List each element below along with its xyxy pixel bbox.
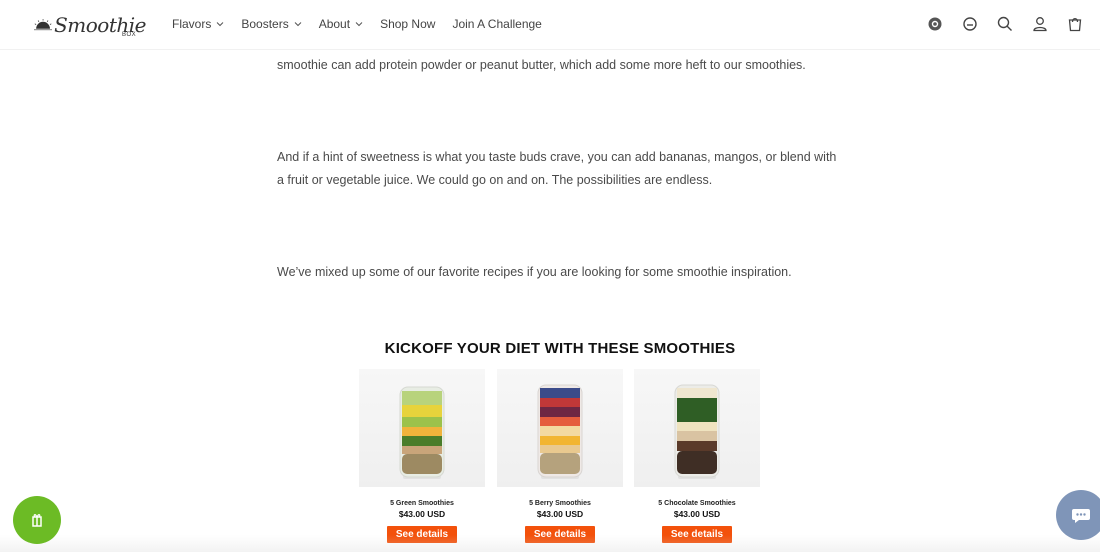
nav-join-challenge[interactable]: Join A Challenge [452, 17, 541, 31]
smoothie-box-logo[interactable]: Smoothie BOX [34, 8, 146, 42]
gift-icon [32, 514, 42, 527]
chat-bubble-icon [1072, 509, 1090, 523]
product-price: $43.00 USD [536, 509, 584, 519]
main-nav: Flavors Boosters About Shop Now Join A C… [172, 0, 559, 48]
see-details-button[interactable]: See details [524, 526, 596, 543]
nav-about[interactable]: About [319, 17, 363, 31]
product-name[interactable]: 5 Chocolate Smoothies [634, 500, 760, 507]
section-heading: KICKOFF YOUR DIET WITH THESE SMOOTHIES [384, 340, 736, 357]
article-paragraph: And if a hint of sweetness is what you t… [277, 150, 837, 187]
cart-icon[interactable] [1066, 15, 1084, 33]
see-details-button[interactable]: See details [386, 526, 458, 543]
article-paragraph: smoothie can add protein powder or peanu… [277, 58, 806, 72]
product-name[interactable]: 5 Berry Smoothies [497, 500, 623, 507]
product-price: $43.00 USD [398, 509, 446, 519]
product-grid: 5 Green Smoothies $43.00 USD See details… [359, 369, 761, 552]
product-card: 5 Green Smoothies $43.00 USD See details [359, 369, 485, 543]
chocolate-smoothie-jar-image[interactable] [634, 369, 760, 487]
header-icons [926, 0, 1084, 48]
account-icon[interactable] [1031, 15, 1049, 33]
product-card: 5 Berry Smoothies $43.00 USD See details [497, 369, 623, 543]
logo-subtext: BOX [122, 32, 137, 38]
nav-boosters[interactable]: Boosters [241, 17, 302, 31]
chat-launcher-button[interactable] [1056, 490, 1100, 540]
article-paragraph: We’ve mixed up some of our favorite reci… [277, 265, 792, 279]
see-details-button[interactable]: See details [661, 526, 733, 543]
chevron-down-icon [294, 22, 302, 27]
nav-label: Flavors [172, 17, 212, 31]
nav-label: Boosters [241, 17, 289, 31]
site-header: Smoothie BOX Flavors Boosters About Shop… [0, 0, 1100, 50]
nav-label: About [318, 17, 351, 31]
rewards-launcher-button[interactable] [13, 496, 61, 544]
rewards-badge-icon[interactable] [926, 15, 944, 33]
search-icon[interactable] [996, 15, 1014, 33]
sun-logo-icon [34, 19, 53, 31]
nav-flavors[interactable]: Flavors [172, 17, 224, 31]
chevron-down-icon [355, 22, 363, 27]
product-price: $43.00 USD [673, 509, 721, 519]
green-smoothie-jar-image[interactable] [359, 369, 485, 487]
product-card: 5 Chocolate Smoothies $43.00 USD See det… [634, 369, 760, 543]
berry-smoothie-jar-image[interactable] [497, 369, 623, 487]
chevron-down-icon [216, 22, 224, 27]
nav-label: Join A Challenge [452, 17, 542, 31]
nav-label: Shop Now [380, 17, 436, 31]
chat-icon[interactable] [961, 15, 979, 33]
nav-shop-now[interactable]: Shop Now [380, 17, 435, 31]
product-name[interactable]: 5 Green Smoothies [359, 500, 485, 507]
